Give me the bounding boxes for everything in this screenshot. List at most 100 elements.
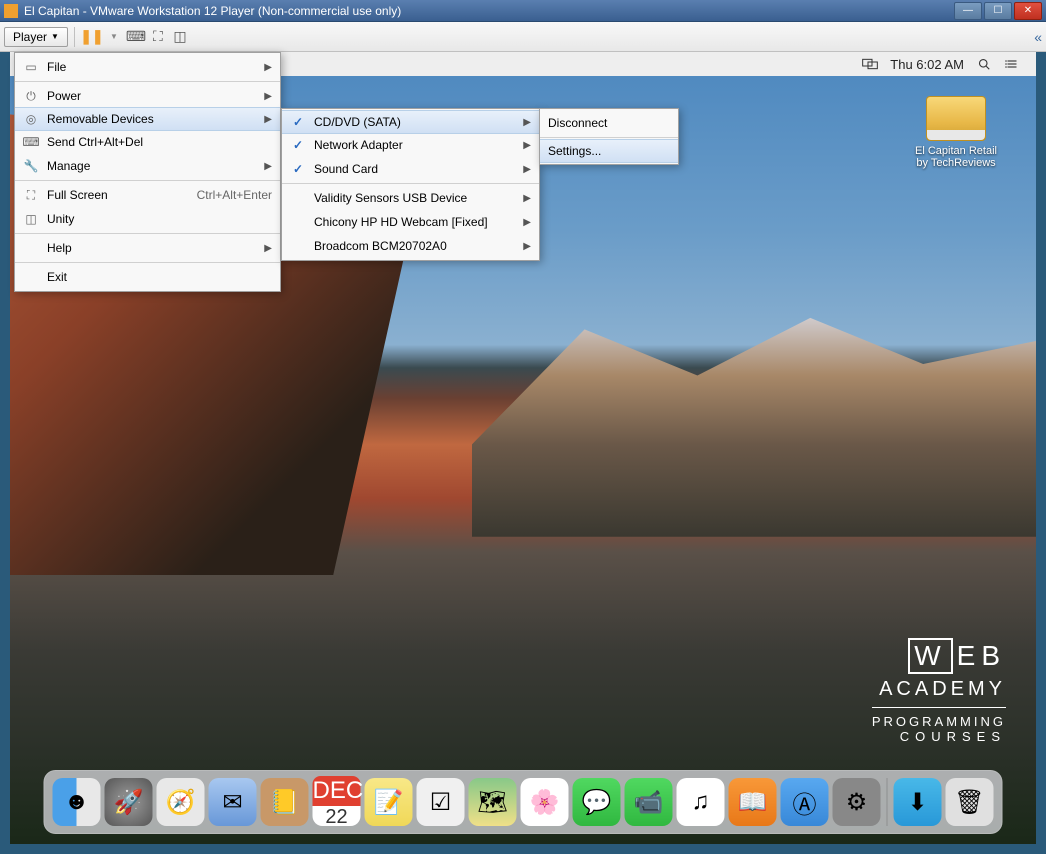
dock-downloads[interactable]: ⬇: [894, 778, 942, 826]
watermark-academy: ACADEMY: [872, 678, 1006, 701]
watermark-courses: COURSES: [872, 729, 1006, 744]
submenu-sound-label: Sound Card: [314, 162, 515, 176]
dock-maps[interactable]: 🗺: [469, 778, 517, 826]
drive-label-2: by TechReviews: [906, 157, 1006, 169]
watermark-eb: EB: [957, 640, 1006, 672]
toolbar-separator: [74, 27, 75, 47]
player-menu-button[interactable]: Player ▼: [4, 27, 68, 47]
submenu-validity-label: Validity Sensors USB Device: [314, 191, 515, 205]
dock-ibooks[interactable]: 📖: [729, 778, 777, 826]
pause-button[interactable]: ❚❚: [81, 26, 103, 48]
menu-fullscreen-label: Full Screen: [47, 188, 189, 202]
check-icon: ✓: [290, 115, 306, 129]
play-dropdown-button[interactable]: ▼: [103, 26, 125, 48]
unity-icon[interactable]: ◫: [169, 26, 191, 48]
dock-calendar[interactable]: DEC 22: [313, 778, 361, 826]
watermark-w: W: [908, 638, 952, 674]
file-icon: ▭: [23, 60, 39, 74]
menu-manage-label: Manage: [47, 159, 256, 173]
dock-messages[interactable]: 💬: [573, 778, 621, 826]
submenu-arrow-icon: ▶: [264, 114, 272, 125]
clock[interactable]: Thu 6:02 AM: [884, 57, 970, 72]
check-icon: ✓: [290, 138, 306, 152]
dock-reminders[interactable]: ☑: [417, 778, 465, 826]
notification-center-icon[interactable]: [998, 58, 1026, 70]
dock-appstore[interactable]: Ⓐ: [781, 778, 829, 826]
submenu-arrow-icon: ▶: [264, 91, 272, 102]
wrench-icon: 🔧: [23, 159, 39, 173]
window-title: El Capitan - VMware Workstation 12 Playe…: [24, 4, 401, 18]
submenu-validity[interactable]: Validity Sensors USB Device ▶: [282, 186, 539, 210]
submenu-arrow-icon: ▶: [264, 243, 272, 254]
dock-system-preferences[interactable]: ⚙: [833, 778, 881, 826]
submenu-arrow-icon: ▶: [523, 140, 531, 151]
menu-manage[interactable]: 🔧 Manage ▶: [15, 154, 280, 178]
cddvd-submenu: Disconnect Settings...: [539, 108, 679, 165]
submenu-arrow-icon: ▶: [264, 62, 272, 73]
submenu-arrow-icon: ▶: [523, 193, 531, 204]
menu-unity[interactable]: ◫ Unity: [15, 207, 280, 231]
dock-photos[interactable]: 🌸: [521, 778, 569, 826]
menu-file-label: File: [47, 60, 256, 74]
dock-separator: [887, 778, 888, 826]
watermark-divider: [872, 707, 1006, 708]
submenu-network-adapter[interactable]: ✓ Network Adapter ▶: [282, 133, 539, 157]
watermark-programming: PROGRAMMING: [872, 714, 1006, 729]
submenu-broadcom[interactable]: Broadcom BCM20702A0 ▶: [282, 234, 539, 258]
menu-file[interactable]: ▭ File ▶: [15, 55, 280, 79]
dock-launchpad[interactable]: 🚀: [105, 778, 153, 826]
vmware-toolbar: Player ▼ ❚❚ ▼ ⌨ ⛶ ◫ «: [0, 22, 1046, 52]
spotlight-icon[interactable]: [970, 58, 998, 70]
maximize-button[interactable]: ☐: [984, 2, 1012, 20]
dock-finder[interactable]: ☻: [53, 778, 101, 826]
menu-exit-label: Exit: [47, 270, 272, 284]
dock-mail[interactable]: ✉: [209, 778, 257, 826]
submenu-arrow-icon: ▶: [523, 164, 531, 175]
submenu-disconnect[interactable]: Disconnect: [540, 111, 678, 135]
dock-facetime[interactable]: 📹: [625, 778, 673, 826]
submenu-settings-label: Settings...: [548, 144, 670, 158]
menu-removable-label: Removable Devices: [47, 112, 256, 126]
dock-notes[interactable]: 📝: [365, 778, 413, 826]
fullscreen-icon[interactable]: ⛶: [147, 26, 169, 48]
dock-contacts[interactable]: 📒: [261, 778, 309, 826]
send-cad-icon[interactable]: ⌨: [125, 26, 147, 48]
vmware-icon: [4, 4, 18, 18]
submenu-sound-card[interactable]: ✓ Sound Card ▶: [282, 157, 539, 181]
menu-sendcad-label: Send Ctrl+Alt+Del: [47, 135, 272, 149]
menu-fullscreen-shortcut: Ctrl+Alt+Enter: [197, 188, 272, 202]
display-mirror-icon[interactable]: [856, 58, 884, 70]
dock-safari[interactable]: 🧭: [157, 778, 205, 826]
submenu-arrow-icon: ▶: [523, 217, 531, 228]
collapse-toolbar-icon[interactable]: «: [1034, 29, 1042, 45]
dock-itunes[interactable]: ♫: [677, 778, 725, 826]
menu-exit[interactable]: Exit: [15, 265, 280, 289]
menu-power-label: Power: [47, 89, 256, 103]
minimize-button[interactable]: —: [954, 2, 982, 20]
submenu-netadapter-label: Network Adapter: [314, 138, 515, 152]
menu-unity-label: Unity: [47, 212, 272, 226]
submenu-arrow-icon: ▶: [264, 161, 272, 172]
dock: ☻ 🚀 🧭 ✉ 📒 DEC 22 📝 ☑ 🗺 🌸 💬 📹 ♫ 📖 Ⓐ ⚙ ⬇ 🗑: [44, 770, 1003, 834]
keyboard-icon: ⌨: [23, 135, 39, 149]
submenu-chicony-label: Chicony HP HD Webcam [Fixed]: [314, 215, 515, 229]
check-icon: ✓: [290, 162, 306, 176]
menu-send-cad[interactable]: ⌨ Send Ctrl+Alt+Del: [15, 130, 280, 154]
removable-devices-submenu: ✓ CD/DVD (SATA) ▶ ✓ Network Adapter ▶ ✓ …: [281, 108, 540, 261]
submenu-settings[interactable]: Settings...: [540, 139, 678, 163]
menu-power[interactable]: ⏻ Power ▶: [15, 84, 280, 108]
dock-trash[interactable]: 🗑: [946, 778, 994, 826]
menu-help-label: Help: [47, 241, 256, 255]
window-titlebar: El Capitan - VMware Workstation 12 Playe…: [0, 0, 1046, 22]
submenu-disconnect-label: Disconnect: [548, 116, 670, 130]
close-button[interactable]: ✕: [1014, 2, 1042, 20]
submenu-chicony[interactable]: Chicony HP HD Webcam [Fixed] ▶: [282, 210, 539, 234]
drive-label-1: El Capitan Retail: [906, 145, 1006, 157]
menu-help[interactable]: Help ▶: [15, 236, 280, 260]
desktop-drive[interactable]: El Capitan Retail by TechReviews: [906, 96, 1006, 169]
menu-fullscreen[interactable]: ⛶ Full Screen Ctrl+Alt+Enter: [15, 183, 280, 207]
menu-removable-devices[interactable]: ◎ Removable Devices ▶: [15, 107, 280, 131]
unity-icon: ◫: [23, 212, 39, 226]
submenu-cddvd[interactable]: ✓ CD/DVD (SATA) ▶: [282, 110, 539, 134]
drive-icon: [926, 96, 986, 141]
